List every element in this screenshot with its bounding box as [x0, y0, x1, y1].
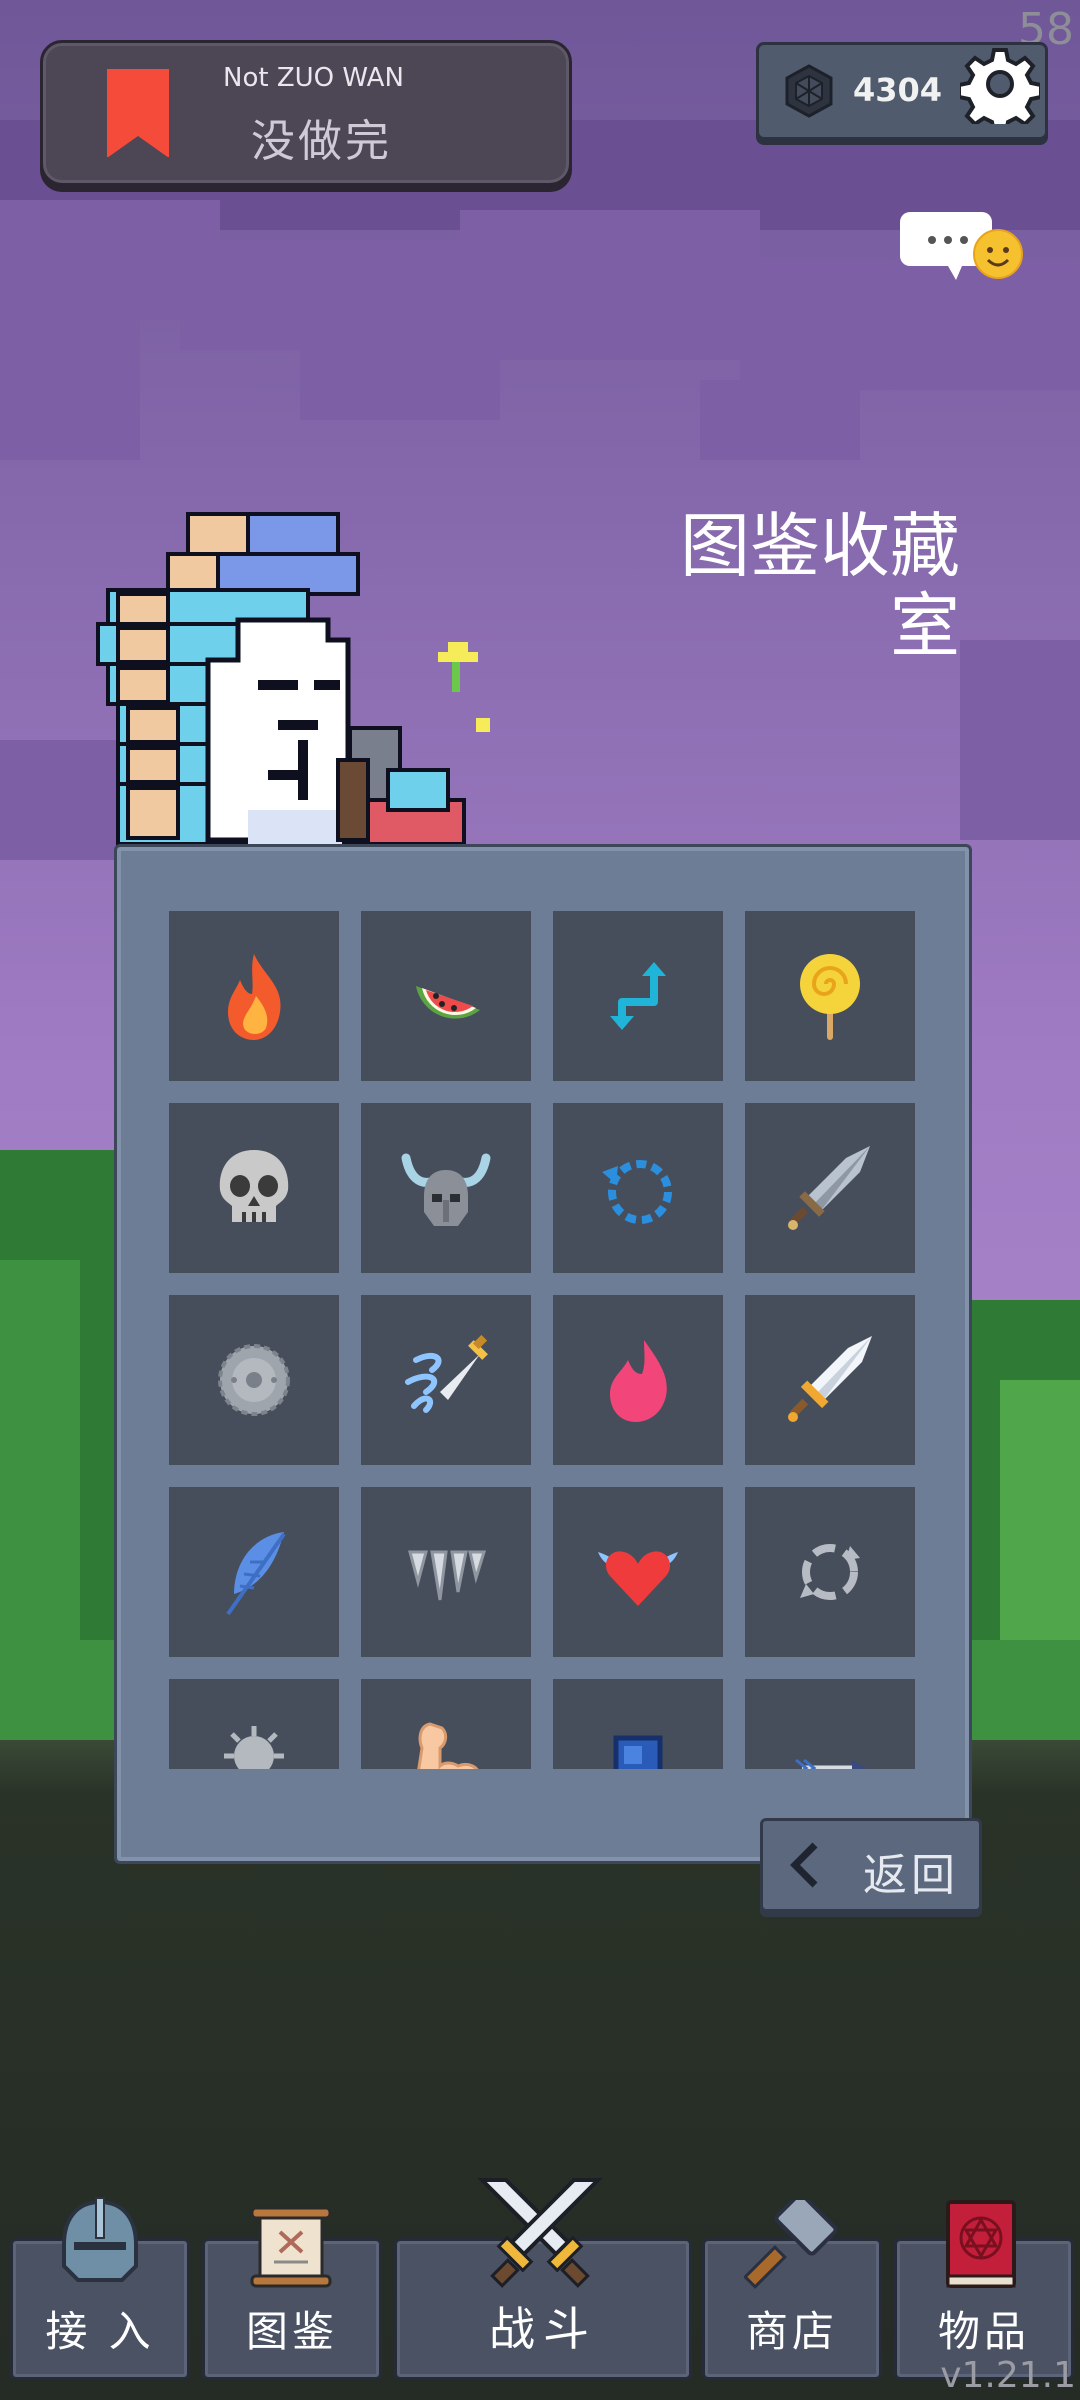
collection-item-watermelon[interactable]: [361, 911, 531, 1081]
nav-connect-label: 接 入: [45, 2307, 155, 2356]
collection-item-shiny-sword[interactable]: [745, 1295, 915, 1465]
collection-item-arrow[interactable]: [745, 1679, 915, 1769]
shiny-sword-icon: [788, 1336, 872, 1422]
collection-item-swap[interactable]: [553, 911, 723, 1081]
spiked-buckler-icon: [218, 1344, 290, 1416]
collection-scroll-area[interactable]: [169, 911, 917, 1769]
collection-item-bicep[interactable]: [361, 1679, 531, 1769]
hexagon-gem-icon: [785, 64, 833, 118]
collection-item-refresh[interactable]: [553, 1103, 723, 1273]
collection-item-fangs[interactable]: [361, 1487, 531, 1657]
spiked-mace-icon: [224, 1726, 284, 1769]
nav-gallery-label: 图鉴: [245, 2307, 338, 2356]
currency-amount: 4304: [853, 71, 943, 109]
hero-character: [96, 512, 490, 846]
collection-item-mace[interactable]: [169, 1679, 339, 1769]
cycle-arrows-icon: [800, 1544, 860, 1600]
swap-arrows-icon: [610, 962, 666, 1030]
collection-item-cycle[interactable]: [745, 1487, 915, 1657]
page-title-line1: 图鉴收藏: [680, 505, 960, 587]
blue-shield-icon: [613, 1735, 663, 1769]
nav-battle-label: 战斗: [489, 2302, 597, 2356]
collection-item-skull[interactable]: [169, 1103, 339, 1273]
chevron-left-icon: [790, 1842, 818, 1888]
status-title-cn: 没做完: [251, 116, 392, 167]
bookmark-icon: [107, 69, 169, 158]
collection-grid: [169, 911, 917, 1769]
cloud: [460, 210, 760, 360]
hammer-icon: [744, 2200, 838, 2289]
back-button[interactable]: 返回: [760, 1818, 982, 1912]
horned-helmet-icon: [401, 1153, 491, 1226]
nav-shop-label: 商店: [745, 2307, 838, 2356]
fire-icon: [228, 954, 281, 1040]
collection-item-winged-heart[interactable]: [553, 1487, 723, 1657]
page-title-line2: 室: [890, 585, 960, 667]
chat-bubble-icon[interactable]: [900, 204, 1028, 294]
arrow-icon: [795, 1758, 866, 1769]
collection-item-wind-dagger[interactable]: [361, 1295, 531, 1465]
flexed-bicep-icon: [417, 1722, 479, 1769]
collection-item-steel-sword[interactable]: [745, 1103, 915, 1273]
watermelon-icon: [416, 986, 480, 1019]
pink-flame-icon: [610, 1340, 667, 1422]
lollipop-icon: [800, 954, 860, 1040]
cloud: [0, 300, 140, 460]
status-title-en: Not ZUO WAN: [223, 63, 404, 93]
cloud: [300, 330, 500, 420]
nav-items-label: 物品: [937, 2307, 1030, 2356]
wind-dagger-icon: [405, 1334, 488, 1413]
collection-item-pink-flame[interactable]: [553, 1295, 723, 1465]
skull-icon: [219, 1150, 289, 1222]
winged-heart-icon: [598, 1551, 678, 1606]
collection-item-feather[interactable]: [169, 1487, 339, 1657]
collection-item-lollipop[interactable]: [745, 911, 915, 1081]
cloud: [960, 640, 1080, 840]
spellbook-icon: [946, 2200, 1016, 2288]
steel-sword-icon: [788, 1146, 870, 1230]
page-title: 图鉴收藏 室: [660, 506, 960, 666]
collection-item-spiked-buckler[interactable]: [169, 1295, 339, 1465]
collection-item-horned-helmet[interactable]: [361, 1103, 531, 1273]
version-label: v1.21.1: [940, 2355, 1076, 2396]
collection-panel: [114, 844, 972, 1864]
dashed-refresh-icon: [602, 1160, 672, 1224]
cloud: [700, 380, 860, 460]
crossed-swords-icon: [477, 2178, 603, 2288]
collection-item-fire[interactable]: [169, 911, 339, 1081]
fangs-icon: [408, 1550, 487, 1601]
blue-feather-icon: [226, 1532, 286, 1616]
status-card[interactable]: Not ZUO WAN 没做完: [40, 40, 572, 186]
back-button-label: 返回: [863, 1850, 959, 1901]
collection-item-blue-shield[interactable]: [553, 1679, 723, 1769]
knight-helmet-icon: [62, 2197, 138, 2282]
gear-icon[interactable]: [960, 44, 1040, 124]
scroll-icon: [250, 2206, 332, 2288]
